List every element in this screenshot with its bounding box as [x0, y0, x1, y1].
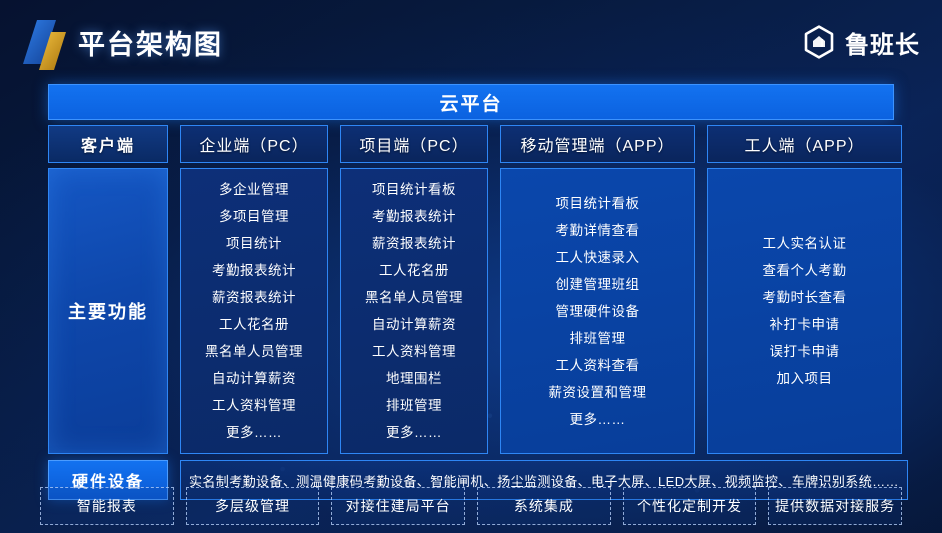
hexagon-building-icon [802, 25, 836, 59]
feature-item: 排班管理 [569, 330, 626, 346]
service-tag[interactable]: 个性化定制开发 [622, 487, 757, 525]
column-header-worker: 工人端（APP） [707, 125, 902, 163]
feature-item: 创建管理班组 [555, 276, 640, 292]
feature-item: 薪资报表统计 [372, 236, 456, 251]
brand-name: 鲁班长 [845, 31, 920, 59]
feature-list-worker: 工人实名认证 查看个人考勤 考勤时长查看 补打卡申请 误打卡申请 加入项目 [707, 168, 902, 454]
feature-item: 工人快速录入 [555, 249, 640, 265]
feature-item: 误打卡申请 [769, 344, 840, 359]
feature-item: 黑名单人员管理 [365, 290, 463, 305]
feature-item: 工人实名认证 [762, 236, 847, 251]
feature-item: 排班管理 [386, 398, 442, 413]
feature-item: 自动计算薪资 [372, 317, 456, 332]
feature-item: 工人资料管理 [372, 344, 456, 359]
feature-item: 查看个人考勤 [762, 263, 847, 278]
feature-item: 更多…… [386, 425, 442, 440]
service-tag[interactable]: 智能报表 [40, 487, 174, 525]
column-header-enterprise: 企业端（PC） [180, 125, 328, 163]
feature-item: 工人花名册 [219, 317, 289, 332]
feature-item: 加入项目 [776, 371, 833, 386]
cloud-platform-bar: 云平台 [48, 84, 894, 120]
feature-item: 考勤时长查看 [762, 290, 847, 305]
page-header: 平台架构图 鲁班长 [0, 0, 942, 84]
feature-item: 考勤报表统计 [372, 209, 456, 224]
feature-item: 工人花名册 [379, 263, 449, 278]
feature-item: 薪资设置和管理 [548, 384, 647, 400]
feature-item: 更多…… [226, 425, 282, 440]
service-tag[interactable]: 多层级管理 [185, 487, 320, 525]
row-label-client: 客户端 [48, 125, 168, 163]
feature-item: 考勤报表统计 [212, 263, 296, 278]
slanted-bars-logo-icon [18, 14, 72, 70]
architecture-diagram: 云平台 客户端 企业端（PC） 项目端（PC） 移动管理端（APP） 工人端（A… [48, 84, 908, 500]
column-header-project: 项目端（PC） [340, 125, 488, 163]
row-label-main-functions: 主要功能 [48, 168, 168, 454]
service-tag[interactable]: 对接住建局平台 [331, 487, 465, 525]
feature-item: 薪资报表统计 [212, 290, 296, 305]
feature-list-mobile: 项目统计看板 考勤详情查看 工人快速录入 创建管理班组 管理硬件设备 排班管理 … [500, 168, 695, 454]
feature-item: 黑名单人员管理 [205, 344, 303, 359]
brand-logo: 鲁班长 [802, 25, 920, 60]
feature-item: 多项目管理 [219, 209, 289, 224]
feature-item: 项目统计看板 [555, 195, 640, 211]
feature-item: 多企业管理 [219, 182, 289, 197]
feature-item: 考勤详情查看 [555, 222, 640, 238]
feature-item: 工人资料查看 [555, 357, 640, 373]
service-tag[interactable]: 提供数据对接服务 [768, 487, 902, 525]
feature-item: 地理围栏 [386, 371, 442, 386]
page-title: 平台架构图 [78, 29, 223, 60]
feature-item: 工人资料管理 [212, 398, 296, 413]
feature-item: 自动计算薪资 [212, 371, 296, 386]
feature-list-enterprise: 多企业管理 多项目管理 项目统计 考勤报表统计 薪资报表统计 工人花名册 黑名单… [180, 168, 328, 454]
architecture-grid: 客户端 企业端（PC） 项目端（PC） 移动管理端（APP） 工人端（APP） … [48, 125, 902, 454]
feature-item: 项目统计 [226, 236, 282, 251]
column-header-mobile: 移动管理端（APP） [500, 125, 695, 163]
feature-item: 项目统计看板 [372, 182, 456, 197]
service-tag[interactable]: 系统集成 [477, 487, 611, 525]
feature-item: 更多…… [569, 411, 626, 427]
feature-list-project: 项目统计看板 考勤报表统计 薪资报表统计 工人花名册 黑名单人员管理 自动计算薪… [340, 168, 488, 454]
feature-item: 补打卡申请 [769, 317, 840, 332]
service-tags-row: 智能报表 多层级管理 对接住建局平台 系统集成 个性化定制开发 提供数据对接服务 [40, 487, 902, 525]
feature-item: 管理硬件设备 [555, 303, 640, 319]
